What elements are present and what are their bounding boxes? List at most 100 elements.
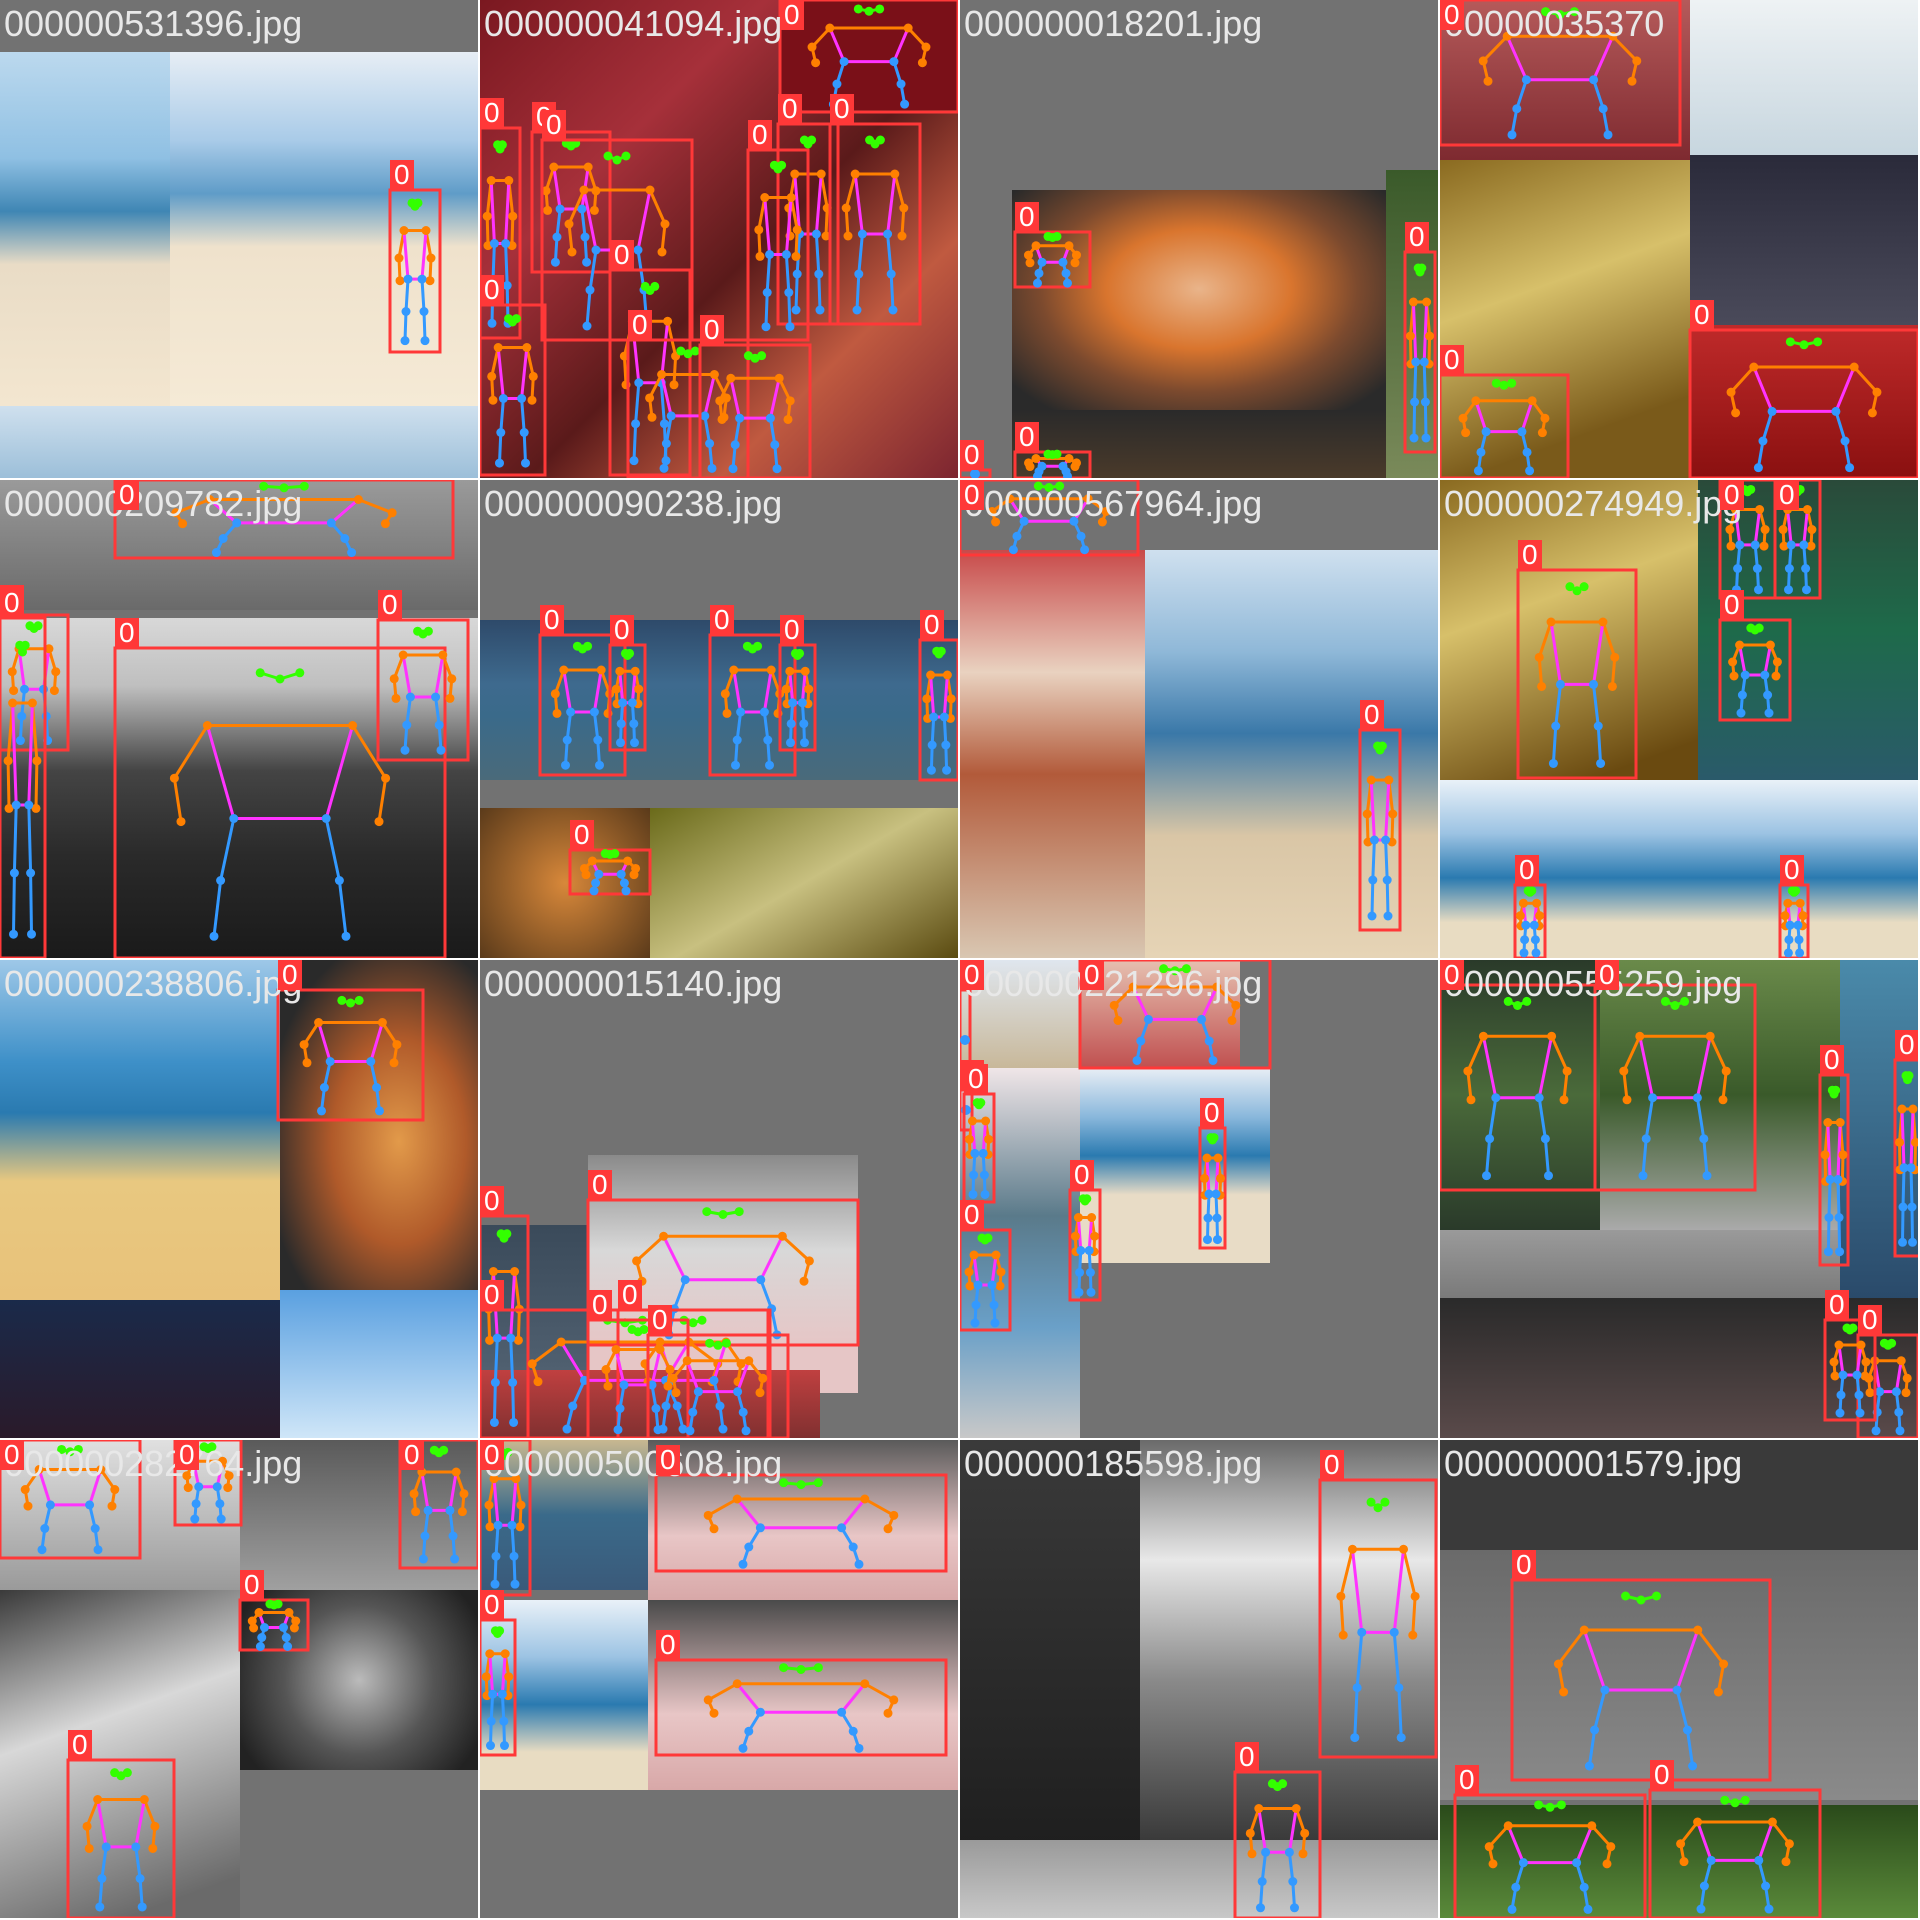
skeleton-limb bbox=[494, 1525, 500, 1557]
keypoint bbox=[660, 219, 670, 229]
keypoint bbox=[1031, 241, 1041, 251]
class-label: 0 bbox=[700, 315, 724, 345]
keypoint bbox=[73, 1444, 83, 1454]
keypoint bbox=[889, 1510, 899, 1520]
keypoint bbox=[1197, 1014, 1207, 1024]
class-label: 0 bbox=[1235, 1742, 1259, 1772]
class-label: 0 bbox=[588, 1290, 612, 1320]
keypoint bbox=[23, 1501, 33, 1511]
keypoint bbox=[500, 1649, 510, 1659]
keypoint bbox=[1907, 1202, 1917, 1212]
keypoint bbox=[137, 1902, 147, 1912]
keypoint bbox=[1852, 1370, 1862, 1380]
skeleton-limb bbox=[1696, 1629, 1725, 1665]
keypoint bbox=[1731, 408, 1741, 418]
skeleton-limb bbox=[635, 1235, 665, 1263]
skeleton-limb bbox=[522, 432, 527, 464]
skeleton-limb bbox=[1506, 1825, 1525, 1864]
keypoint bbox=[680, 1275, 690, 1285]
keypoint bbox=[423, 626, 433, 636]
class-label: 0 bbox=[542, 110, 566, 140]
keypoint bbox=[491, 1551, 501, 1561]
keypoint bbox=[1871, 1426, 1881, 1436]
keypoint bbox=[265, 1599, 275, 1609]
keypoint bbox=[1772, 657, 1782, 667]
keypoint bbox=[513, 1335, 523, 1345]
keypoint bbox=[1484, 1842, 1494, 1852]
skeleton-limb bbox=[1482, 35, 1509, 62]
keypoint bbox=[615, 1404, 625, 1413]
keypoint bbox=[249, 1623, 259, 1633]
keypoint bbox=[326, 518, 336, 528]
skeleton-limb bbox=[707, 1497, 738, 1517]
skeleton-limb bbox=[787, 292, 792, 327]
keypoint bbox=[738, 1407, 748, 1417]
keypoint bbox=[1627, 76, 1637, 86]
keypoint bbox=[786, 719, 796, 729]
skeleton-limb bbox=[1708, 1035, 1728, 1072]
keypoint bbox=[1087, 1213, 1097, 1222]
skeleton-limb bbox=[1287, 1808, 1298, 1853]
skeleton-limb bbox=[1592, 35, 1615, 81]
keypoint bbox=[1064, 241, 1074, 251]
keypoint bbox=[735, 413, 745, 423]
keypoint bbox=[854, 1559, 864, 1569]
keypoint bbox=[377, 1018, 387, 1027]
skeleton-limb bbox=[1837, 1344, 1845, 1376]
keypoint bbox=[516, 1500, 526, 1510]
keypoint bbox=[1610, 652, 1620, 662]
class-label: 0 bbox=[1825, 1290, 1849, 1320]
class-label: 0 bbox=[1440, 960, 1464, 990]
person-bbox bbox=[1856, 1333, 1918, 1438]
class-label: 0 bbox=[1405, 222, 1429, 252]
class-label: 0 bbox=[1080, 960, 1104, 990]
keypoint bbox=[1845, 463, 1855, 473]
keypoint bbox=[1679, 1857, 1689, 1867]
keypoint bbox=[589, 707, 599, 717]
keypoint bbox=[795, 648, 805, 658]
keypoint bbox=[1693, 1625, 1703, 1635]
keypoint bbox=[927, 740, 937, 750]
keypoint bbox=[202, 721, 212, 730]
skeleton-limb bbox=[1596, 725, 1603, 764]
keypoint bbox=[1362, 809, 1372, 819]
person-bbox bbox=[1510, 1578, 1772, 1782]
keypoint bbox=[1736, 708, 1746, 718]
keypoint bbox=[883, 1524, 893, 1534]
keypoint bbox=[1540, 1134, 1550, 1144]
keypoint bbox=[1784, 935, 1794, 945]
keypoint bbox=[766, 665, 776, 675]
keypoint bbox=[190, 1514, 200, 1524]
keypoint bbox=[1519, 948, 1529, 958]
keypoint bbox=[1090, 1231, 1100, 1241]
keypoint bbox=[583, 641, 593, 651]
keypoint bbox=[1388, 809, 1398, 819]
keypoint bbox=[1590, 1725, 1600, 1735]
keypoint bbox=[501, 239, 511, 248]
keypoint bbox=[995, 1281, 1005, 1291]
keypoint bbox=[1291, 1804, 1301, 1813]
keypoint bbox=[503, 1447, 513, 1457]
skeleton-limb bbox=[337, 880, 348, 937]
keypoint bbox=[1680, 996, 1690, 1006]
skeleton-limb bbox=[1392, 1549, 1406, 1633]
keypoint bbox=[259, 481, 269, 491]
keypoint bbox=[1537, 428, 1547, 438]
keypoint bbox=[511, 314, 521, 324]
keypoint bbox=[319, 1083, 329, 1092]
keypoint bbox=[623, 856, 633, 866]
keypoint bbox=[688, 1318, 698, 1328]
keypoint bbox=[1421, 433, 1431, 443]
keypoint bbox=[1063, 278, 1072, 288]
keypoint bbox=[1367, 911, 1377, 921]
annotation-overlay bbox=[480, 1440, 948, 1757]
keypoint bbox=[1908, 1104, 1918, 1114]
keypoint bbox=[1511, 1882, 1521, 1892]
class-label: 0 bbox=[656, 1630, 680, 1660]
keypoint bbox=[1083, 494, 1093, 504]
keypoint bbox=[299, 481, 309, 491]
skeleton-limb bbox=[1834, 410, 1847, 442]
keypoint bbox=[567, 247, 577, 257]
keypoint bbox=[57, 1444, 67, 1454]
skeleton-limb bbox=[662, 1235, 687, 1281]
